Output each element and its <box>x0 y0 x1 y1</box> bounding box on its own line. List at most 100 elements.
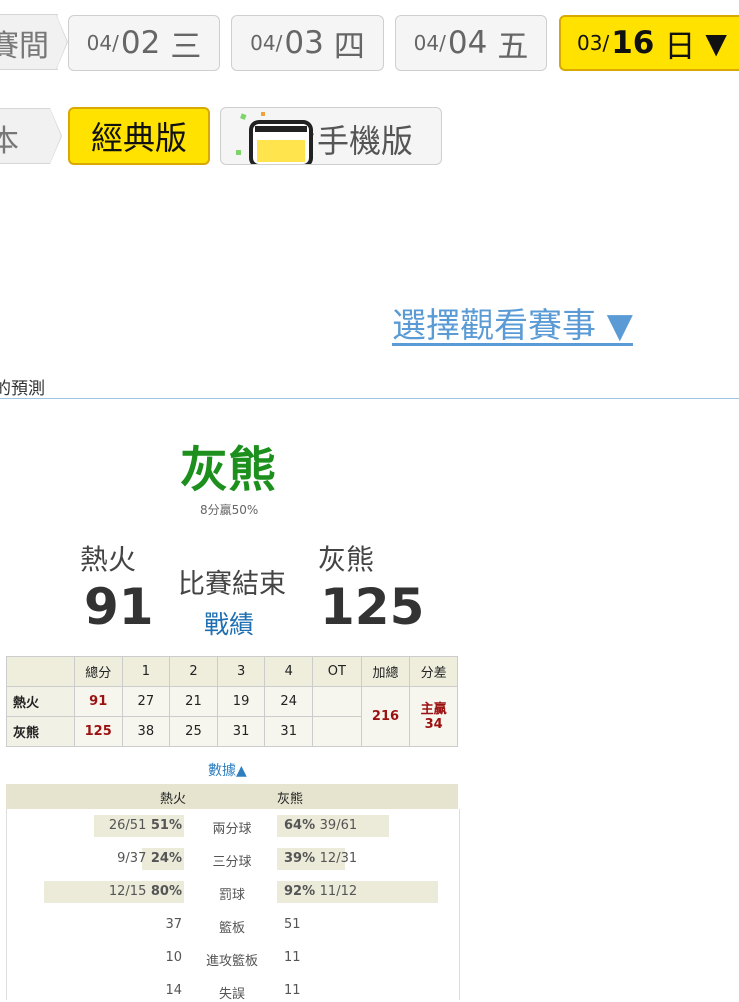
home-stat-value: 11 <box>284 950 301 965</box>
ot-cell <box>312 716 362 747</box>
table-row: 熱火 91 27 21 19 24 216 主贏 34 <box>6 686 458 747</box>
home-stat-count: 11/12 <box>319 884 358 899</box>
predicted-winner: 灰熊 <box>180 442 277 498</box>
quarter-cell: 24 <box>264 686 314 717</box>
date-tab-0402[interactable]: 04/ 02 三 <box>68 15 220 71</box>
home-stat-value: 92% 11/12 <box>284 884 357 899</box>
away-stat-value: 14 <box>165 983 182 998</box>
stats-comparison: 26/51 51% 兩分球 64% 39/61 9/37 24% 三分球 39% 12/3… <box>6 809 460 1002</box>
away-team-name: 熱火 <box>80 543 137 576</box>
total-cell: 125 <box>73 716 123 747</box>
header-cell: 1 <box>121 656 171 687</box>
away-stat-pct: 24% <box>146 851 182 866</box>
date-tab-day: 02 <box>120 25 161 61</box>
header-cell: 分差 <box>409 656 458 687</box>
diff-value: 34 <box>424 716 443 732</box>
diff-cell: 主贏 34 <box>409 686 458 747</box>
box-score-table: 總分 1 2 3 4 OT 加總 分差 熱火 91 27 21 19 24 21… <box>6 656 458 747</box>
version-breadcrumb-label: 本 <box>0 124 19 159</box>
header-cell <box>6 656 75 687</box>
home-stat-count: 51 <box>284 917 301 932</box>
home-stat-count: 11 <box>284 950 301 965</box>
stats-away-name: 熱火 <box>160 792 187 807</box>
quarter-cell: 31 <box>264 716 314 747</box>
quarter-cell: 21 <box>169 686 218 717</box>
version-breadcrumb[interactable]: 本 <box>0 108 50 164</box>
home-team-score: 125 <box>320 578 425 636</box>
away-stat-value: 10 <box>165 950 182 965</box>
home-stat-pct: 64% <box>284 818 320 833</box>
stats-header: 熱火 灰熊 <box>6 784 458 809</box>
header-cell: 3 <box>216 656 266 687</box>
stat-label: 罰球 <box>218 888 245 903</box>
date-tab-weekday: 日 <box>664 28 696 65</box>
prediction-subtitle: 8分贏50% <box>200 503 259 517</box>
home-stat-pct: 92% <box>284 884 320 899</box>
away-stat-count: 26/51 <box>108 818 147 833</box>
home-stat-count: 12/31 <box>319 851 358 866</box>
date-tab-day: 04 <box>447 25 488 61</box>
stats-home-name: 灰熊 <box>277 792 304 807</box>
away-stat-value: 26/51 51% <box>109 818 182 833</box>
date-tab-0404[interactable]: 04/ 04 五 <box>395 15 547 71</box>
date-tab-month: 04/ <box>86 31 119 55</box>
team-cell: 熱火 <box>6 686 75 717</box>
header-cell: 4 <box>264 656 314 687</box>
record-link[interactable]: 戰績 <box>204 605 254 641</box>
away-stat-count: 9/37 <box>117 851 147 866</box>
header-cell: 總分 <box>73 656 123 687</box>
date-tab-month: 04/ <box>250 31 283 55</box>
team-cell: 灰熊 <box>6 716 75 747</box>
quarter-cell: 25 <box>169 716 218 747</box>
away-stat-count: 37 <box>165 917 182 932</box>
mobile-version-button[interactable]: 手機版 <box>220 107 442 165</box>
header-cell: 加總 <box>360 656 411 687</box>
select-game-link[interactable]: 選擇觀看賽事 ▼ <box>392 298 633 347</box>
total-cell: 91 <box>73 686 123 717</box>
away-stat-value: 12/15 80% <box>109 884 182 899</box>
home-stat-value: 51 <box>284 917 301 932</box>
home-stat-count: 39/61 <box>319 818 358 833</box>
header-cell: OT <box>312 656 362 687</box>
date-tab-day: 03 <box>284 25 324 61</box>
home-stat-value: 64% 39/61 <box>284 818 357 833</box>
diff-label: 主贏 <box>420 701 447 717</box>
home-stat-pct: 39% <box>284 851 320 866</box>
quarter-cell: 38 <box>121 716 171 747</box>
classic-version-button[interactable]: 經典版 <box>68 107 210 165</box>
stat-label: 失誤 <box>218 987 245 1002</box>
dropdown-triangle-icon: ▼ <box>705 26 727 60</box>
away-stat-pct: 80% <box>146 884 182 899</box>
away-stat-pct: 51% <box>146 818 182 833</box>
date-tab-0403[interactable]: 04/ 03 四 <box>231 15 384 71</box>
phone-icon <box>236 112 315 164</box>
away-stat-count: 10 <box>165 950 182 965</box>
date-breadcrumb[interactable]: 賽間 <box>0 14 58 70</box>
away-team-score: 91 <box>84 578 154 636</box>
classic-version-label: 經典版 <box>90 119 187 157</box>
quarter-cell: 19 <box>216 686 266 717</box>
stat-label: 三分球 <box>212 855 252 870</box>
home-stat-value: 39% 12/31 <box>284 851 357 866</box>
date-tab-month: 03/ <box>577 31 610 55</box>
section-title: 的預測 <box>0 379 45 399</box>
section-divider <box>0 398 739 399</box>
date-tab-weekday: 四 <box>333 28 365 65</box>
away-stat-count: 12/15 <box>108 884 147 899</box>
ot-cell <box>312 686 362 717</box>
table-header-row: 總分 1 2 3 4 OT 加總 分差 <box>6 656 458 687</box>
stat-label: 籃板 <box>218 921 245 936</box>
date-tab-month: 04/ <box>413 31 446 55</box>
away-stat-value: 37 <box>165 917 182 932</box>
date-tab-active-0316[interactable]: 03/ 16 日 ▼ <box>559 15 739 71</box>
date-tab-weekday: 五 <box>497 28 529 65</box>
stats-toggle-link[interactable]: 數據▲ <box>208 760 247 780</box>
home-team-name: 灰熊 <box>318 543 375 576</box>
game-status: 比賽結束 <box>178 569 286 600</box>
date-tab-day: 16 <box>611 25 655 61</box>
stat-label: 進攻籃板 <box>205 954 258 969</box>
home-stat-value: 11 <box>284 983 301 998</box>
header-cell: 2 <box>169 656 218 687</box>
away-stat-count: 14 <box>165 983 182 998</box>
quarter-cell: 31 <box>216 716 266 747</box>
